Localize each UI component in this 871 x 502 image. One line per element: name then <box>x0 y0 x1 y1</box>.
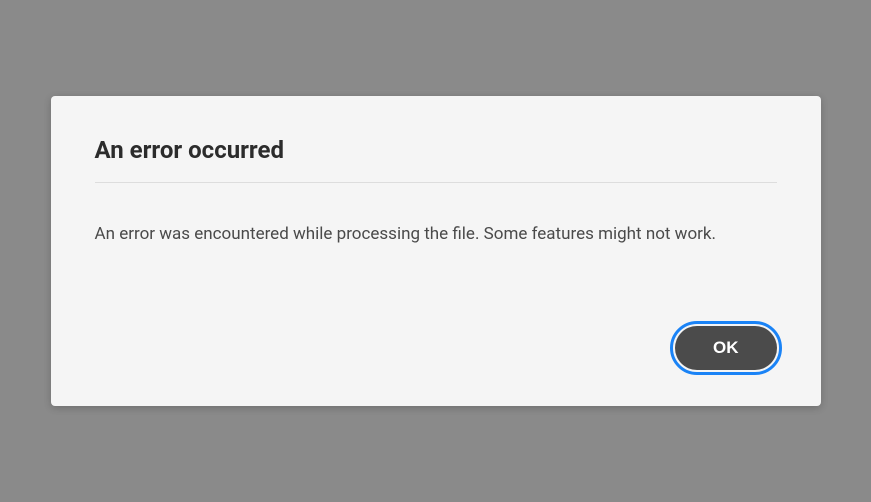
dialog-message: An error was encountered while processin… <box>95 223 777 247</box>
error-dialog: An error occurred An error was encounter… <box>51 96 821 407</box>
ok-button[interactable]: OK <box>675 326 777 370</box>
dialog-title: An error occurred <box>95 136 777 183</box>
dialog-actions: OK <box>95 326 777 370</box>
